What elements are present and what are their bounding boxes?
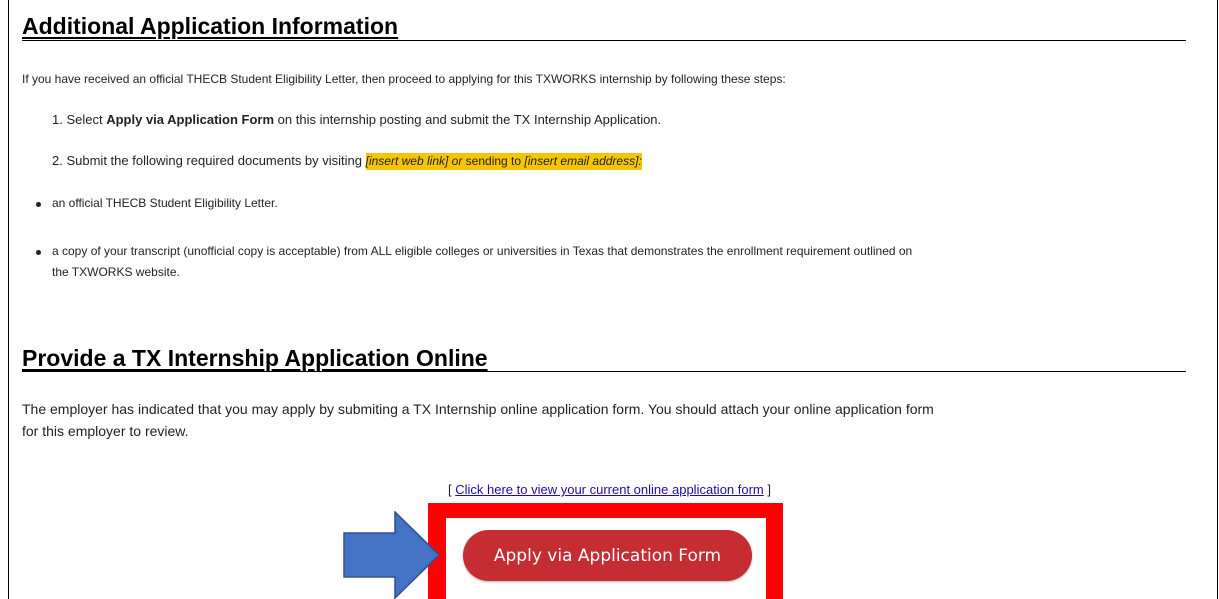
intro-text: If you have received an official THECB S… — [22, 72, 786, 86]
email-placeholder: [insert email address] — [524, 154, 639, 168]
step-1-prefix: Select — [66, 112, 107, 127]
apply-via-application-form-button[interactable]: Apply via Application Form — [463, 530, 752, 581]
section-divider — [22, 371, 1186, 372]
colon-text: : — [638, 154, 642, 168]
bullet-transcript: a copy of your transcript (unofficial co… — [52, 244, 913, 258]
step-2-highlight: [insert web link] or sending to [insert … — [365, 153, 642, 170]
section-divider — [22, 40, 1186, 41]
view-application-form-link[interactable]: Click here to view your current online a… — [455, 482, 764, 497]
bullet-dot — [36, 202, 41, 207]
step-2-prefix: Submit the following required documents … — [66, 153, 366, 168]
link-bracket-close: ] — [763, 482, 771, 497]
step-1-number: 1. — [52, 112, 63, 127]
step-1-bold: Apply via Application Form — [106, 112, 275, 127]
step-1-suffix: on this internship posting and submit th… — [274, 112, 662, 127]
or-text: or — [448, 154, 466, 168]
section-title-additional-info: Additional Application Information — [22, 13, 399, 39]
arrow-right-icon — [343, 511, 441, 599]
bullet-eligibility-letter: an official THECB Student Eligibility Le… — [52, 196, 278, 210]
bullet-transcript-cont: the TXWORKS website. — [52, 265, 180, 279]
web-link-placeholder: [insert web link] — [365, 154, 449, 168]
employer-paragraph: The employer has indicated that you may … — [22, 398, 1192, 442]
sending-text: sending to — [465, 154, 525, 168]
employer-paragraph-line-2: for this employer to review. — [22, 423, 189, 439]
section-title-provide-application: Provide a TX Internship Application Onli… — [22, 345, 488, 371]
step-2-number: 2. — [52, 153, 63, 168]
application-form-link-line: [ Click here to view your current online… — [0, 482, 1219, 497]
step-2: 2. Submit the following required documen… — [52, 153, 642, 170]
step-1: 1. Select Apply via Application Form on … — [52, 112, 661, 128]
bullet-dot — [36, 250, 41, 255]
employer-paragraph-line-1: The employer has indicated that you may … — [22, 401, 934, 417]
